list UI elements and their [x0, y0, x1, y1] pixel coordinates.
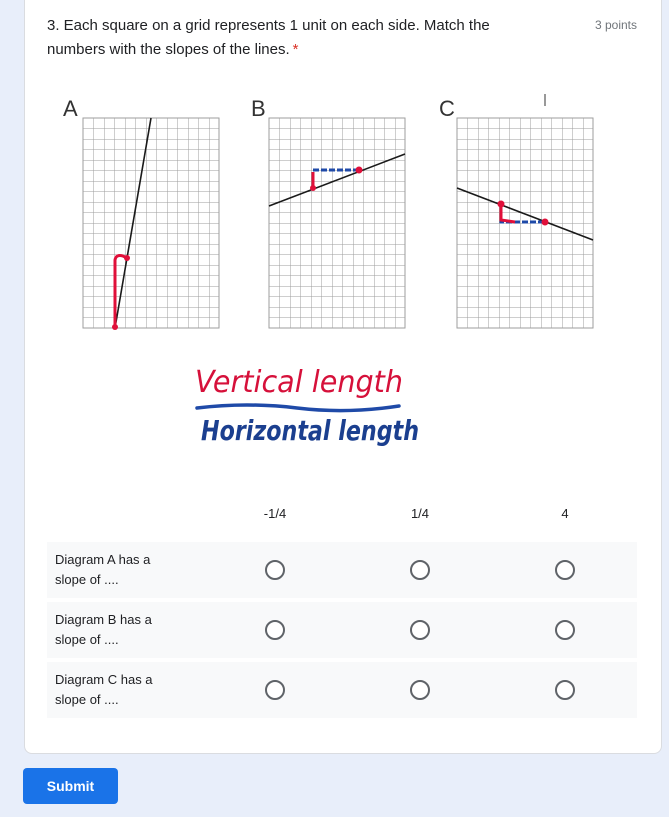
- column-header-quarter: 1/4: [410, 506, 430, 521]
- slope-diagram-figure: A B C Vertical length Horizontal length: [63, 94, 594, 447]
- row-label-a: Diagram A has a slope of ....: [55, 552, 151, 587]
- panel-label-a: A: [63, 96, 78, 121]
- grid-row-c: Diagram C has a slope of ....: [47, 662, 637, 718]
- fraction-bar: [195, 403, 401, 413]
- question-text: 3. Each square on a grid represents 1 un…: [47, 17, 490, 58]
- row-label-c: Diagram C has a slope of ....: [55, 672, 153, 707]
- radio-c-four[interactable]: [555, 680, 575, 700]
- grid-row-a: Diagram A has a slope of ....: [47, 542, 637, 598]
- grid-b: [268, 117, 406, 329]
- column-header-neg-quarter: -1/4: [263, 506, 287, 521]
- fraction-denominator: Horizontal length: [201, 414, 419, 447]
- radio-c-neg-quarter[interactable]: [265, 680, 285, 700]
- radio-b-neg-quarter[interactable]: [265, 620, 285, 640]
- required-asterisk: *: [292, 41, 299, 58]
- radio-c-quarter[interactable]: [410, 680, 430, 700]
- question-title: 3. Each square on a grid represents 1 un…: [47, 14, 547, 62]
- radio-a-quarter[interactable]: [410, 560, 430, 580]
- column-header-four: 4: [561, 506, 569, 521]
- submit-button[interactable]: Submit: [23, 768, 118, 804]
- radio-b-quarter[interactable]: [410, 620, 430, 640]
- row-label-b: Diagram B has a slope of ....: [55, 612, 152, 647]
- fraction-numerator: Vertical length: [195, 365, 403, 400]
- grid-c: [456, 117, 594, 329]
- panel-label-b: B: [251, 96, 266, 121]
- radio-a-neg-quarter[interactable]: [265, 560, 285, 580]
- grid-a: [82, 117, 220, 330]
- grid-row-b: Diagram B has a slope of ....: [47, 602, 637, 658]
- points-label: 3 points: [594, 18, 637, 32]
- panel-label-c: C: [439, 96, 455, 121]
- radio-b-four[interactable]: [555, 620, 575, 640]
- radio-a-four[interactable]: [555, 560, 575, 580]
